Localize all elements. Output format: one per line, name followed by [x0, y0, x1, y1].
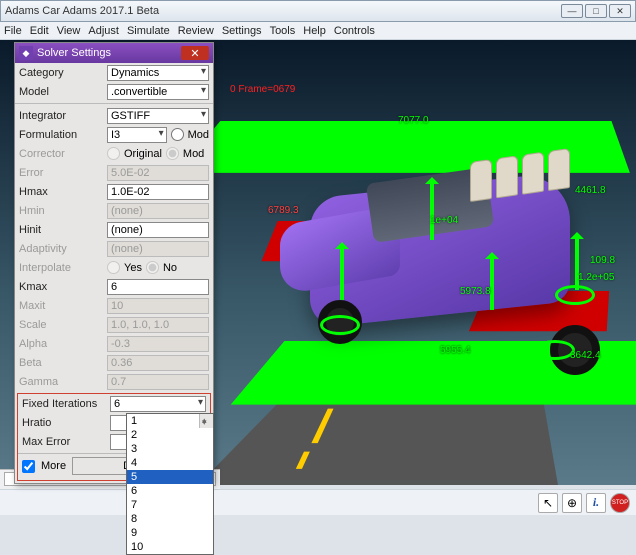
- dropdown-item[interactable]: 4: [127, 456, 213, 470]
- fixed-iterations-dropdown[interactable]: 1 2 3 4 5 6 7 8 9 10: [126, 413, 214, 555]
- cursor-tool-icon[interactable]: ↖: [538, 493, 558, 513]
- menu-view[interactable]: View: [57, 25, 81, 37]
- corrector-mod-radio: [166, 147, 179, 160]
- integrator-select[interactable]: GSTIFF: [107, 108, 209, 124]
- category-select[interactable]: Dynamics: [107, 65, 209, 81]
- more-label: More: [41, 460, 66, 472]
- menu-edit[interactable]: Edit: [30, 25, 49, 37]
- hmax-label: Hmax: [19, 186, 107, 198]
- force-value: 4461.8: [575, 185, 606, 196]
- menu-adjust[interactable]: Adjust: [88, 25, 119, 37]
- status-bar: ↖ ⊕ i. STOP: [0, 489, 636, 515]
- moment-ring-icon: [320, 315, 360, 335]
- scale-field: 1.0, 1.0, 1.0: [107, 317, 209, 333]
- fixed-iterations-select[interactable]: 6: [110, 396, 206, 412]
- dropdown-item[interactable]: 9: [127, 526, 213, 540]
- dropdown-item[interactable]: 6: [127, 484, 213, 498]
- interpolate-yes-radio: [107, 261, 120, 274]
- menu-simulate[interactable]: Simulate: [127, 25, 170, 37]
- adaptivity-field: (none): [107, 241, 209, 257]
- beta-field: 0.36: [107, 355, 209, 371]
- menu-tools[interactable]: Tools: [270, 25, 296, 37]
- force-value: 5955.4: [440, 345, 471, 356]
- maximize-button[interactable]: □: [585, 4, 607, 18]
- force-value: 5973.8: [460, 286, 491, 297]
- corrector-original-radio: [107, 147, 120, 160]
- model-select[interactable]: .convertible: [107, 84, 209, 100]
- force-arrow-icon: [490, 255, 494, 310]
- interpolate-label: Interpolate: [19, 262, 107, 274]
- integrator-label: Integrator: [19, 110, 107, 122]
- hinit-label: Hinit: [19, 224, 107, 236]
- highlighted-section: Fixed Iterations6 Hratio Max Error More …: [17, 393, 211, 481]
- gamma-label: Gamma: [19, 376, 107, 388]
- hmin-field: (none): [107, 203, 209, 219]
- maxit-field: 10: [107, 298, 209, 314]
- dialog-close-button[interactable]: ✕: [181, 46, 209, 60]
- hmax-field[interactable]: 1.0E-02: [107, 184, 209, 200]
- gamma-field: 0.7: [107, 374, 209, 390]
- dropdown-item[interactable]: 10: [127, 540, 213, 554]
- interpolate-no-radio: [146, 261, 159, 274]
- nav-wheel-icon[interactable]: ⊕: [562, 493, 582, 513]
- error-field: 5.0E-02: [107, 165, 209, 181]
- window-title: Adams Car Adams 2017.1 Beta: [5, 5, 159, 17]
- stop-icon[interactable]: STOP: [610, 493, 630, 513]
- vehicle-model: [280, 155, 590, 365]
- dropdown-scrollbar[interactable]: [199, 414, 213, 428]
- menu-help[interactable]: Help: [303, 25, 326, 37]
- fixed-iterations-label: Fixed Iterations: [22, 398, 110, 410]
- minimize-button[interactable]: —: [561, 4, 583, 18]
- menu-file[interactable]: File: [4, 25, 22, 37]
- hratio-label: Hratio: [22, 417, 110, 429]
- force-value: 109.8: [590, 255, 615, 266]
- kmax-field[interactable]: 6: [107, 279, 209, 295]
- force-value: 1e+04: [430, 215, 458, 226]
- dropdown-item[interactable]: 2: [127, 428, 213, 442]
- model-label: Model: [19, 86, 107, 98]
- window-titlebar: Adams Car Adams 2017.1 Beta — □ ✕: [0, 0, 636, 22]
- dropdown-item[interactable]: 5: [127, 470, 213, 484]
- menubar: File Edit View Adjust Simulate Review Se…: [0, 22, 636, 40]
- more-checkbox[interactable]: [22, 460, 35, 473]
- dropdown-item[interactable]: 3: [127, 442, 213, 456]
- dialog-icon: ◆: [19, 46, 33, 60]
- solver-settings-dialog: ◆ Solver Settings ✕ CategoryDynamics Mod…: [14, 42, 214, 484]
- menu-review[interactable]: Review: [178, 25, 214, 37]
- dialog-title: Solver Settings: [37, 47, 111, 59]
- force-arrow-icon: [340, 245, 344, 300]
- maxit-label: Maxit: [19, 300, 107, 312]
- dialog-titlebar[interactable]: ◆ Solver Settings ✕: [15, 43, 213, 63]
- force-value: 7077.0: [398, 115, 429, 126]
- force-value: 6789.3: [268, 205, 299, 216]
- formulation-label: Formulation: [19, 129, 107, 141]
- formulation-mod-radio[interactable]: [171, 128, 184, 141]
- adaptivity-label: Adaptivity: [19, 243, 107, 255]
- hinit-field[interactable]: (none): [107, 222, 209, 238]
- force-arrow-icon: [430, 180, 434, 240]
- error-label: Error: [19, 167, 107, 179]
- menu-controls[interactable]: Controls: [334, 25, 375, 37]
- dropdown-item[interactable]: 7: [127, 498, 213, 512]
- force-value: 3642.4: [570, 350, 601, 361]
- beta-label: Beta: [19, 357, 107, 369]
- maxerror-label: Max Error: [22, 436, 110, 448]
- kmax-label: Kmax: [19, 281, 107, 293]
- info-icon[interactable]: i.: [586, 493, 606, 513]
- dropdown-item[interactable]: 8: [127, 512, 213, 526]
- alpha-field: -0.3: [107, 336, 209, 352]
- corrector-label: Corrector: [19, 148, 107, 160]
- menu-settings[interactable]: Settings: [222, 25, 262, 37]
- scale-label: Scale: [19, 319, 107, 331]
- category-label: Category: [19, 67, 107, 79]
- frame-counter: 0 Frame=0679: [230, 84, 295, 95]
- formulation-select[interactable]: I3: [107, 127, 167, 143]
- alpha-label: Alpha: [19, 338, 107, 350]
- force-value: 1.2e+05: [578, 272, 614, 283]
- hmin-label: Hmin: [19, 205, 107, 217]
- moment-ring-icon: [555, 285, 595, 305]
- close-button[interactable]: ✕: [609, 4, 631, 18]
- moment-ring-icon: [535, 340, 575, 360]
